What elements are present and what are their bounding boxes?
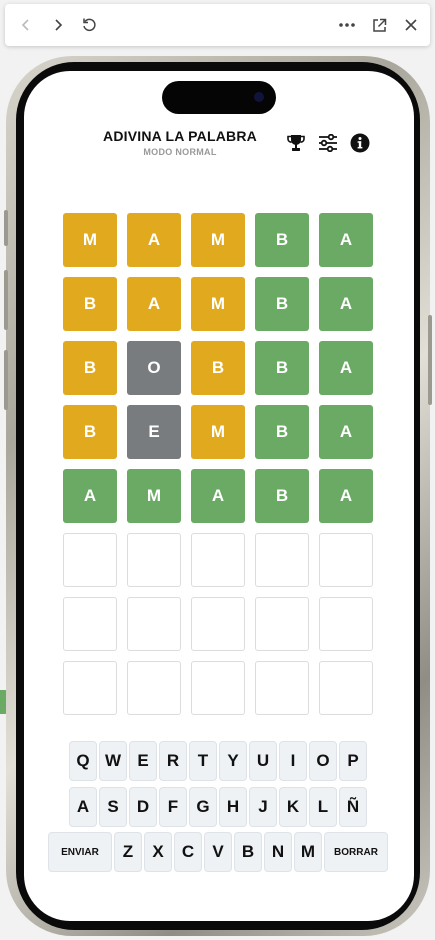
key-letter[interactable]: R bbox=[159, 741, 187, 781]
board-tile: M bbox=[191, 405, 245, 459]
enter-key[interactable]: ENVIAR bbox=[48, 832, 112, 872]
key-letter[interactable]: S bbox=[99, 787, 127, 827]
board-tile: A bbox=[127, 213, 181, 267]
key-letter[interactable]: P bbox=[339, 741, 367, 781]
key-letter[interactable]: T bbox=[189, 741, 217, 781]
board-tile: A bbox=[127, 277, 181, 331]
phone-side-button bbox=[4, 210, 8, 246]
key-letter[interactable]: V bbox=[204, 832, 232, 872]
key-letter[interactable]: J bbox=[249, 787, 277, 827]
camera-icon bbox=[254, 92, 264, 102]
board-tile-empty bbox=[63, 533, 117, 587]
board-tile: M bbox=[191, 277, 245, 331]
key-letter[interactable]: Z bbox=[114, 832, 142, 872]
key-letter[interactable]: F bbox=[159, 787, 187, 827]
board-tile: B bbox=[63, 277, 117, 331]
key-letter[interactable]: D bbox=[129, 787, 157, 827]
key-letter[interactable]: C bbox=[174, 832, 202, 872]
phone-volume-up bbox=[4, 270, 8, 330]
key-letter[interactable]: I bbox=[279, 741, 307, 781]
board-tile: B bbox=[255, 341, 309, 395]
info-icon[interactable] bbox=[349, 132, 371, 154]
board-tile: A bbox=[319, 405, 373, 459]
key-letter[interactable]: Y bbox=[219, 741, 247, 781]
page-title: ADIVINA LA PALABRA bbox=[103, 128, 257, 144]
key-letter[interactable]: G bbox=[189, 787, 217, 827]
board-tile: B bbox=[255, 277, 309, 331]
board-tile-empty bbox=[63, 661, 117, 715]
phone-power-button bbox=[428, 315, 432, 405]
board-tile-empty bbox=[319, 533, 373, 587]
board-tile: B bbox=[191, 341, 245, 395]
board-tile: O bbox=[127, 341, 181, 395]
board-tile: A bbox=[319, 469, 373, 523]
delete-key[interactable]: BORRAR bbox=[324, 832, 388, 872]
board-tile-empty bbox=[255, 597, 309, 651]
board-tile-empty bbox=[255, 661, 309, 715]
key-letter[interactable]: N bbox=[264, 832, 292, 872]
board-tile: B bbox=[255, 405, 309, 459]
key-letter[interactable]: K bbox=[279, 787, 307, 827]
forward-icon[interactable] bbox=[47, 14, 69, 36]
board-tile: A bbox=[63, 469, 117, 523]
back-icon[interactable] bbox=[15, 14, 37, 36]
phone-screen: ADIVINA LA PALABRA MODO NORMAL MAMBABAMB… bbox=[24, 71, 414, 921]
close-icon[interactable] bbox=[400, 14, 422, 36]
board-tile: E bbox=[127, 405, 181, 459]
board-tile: M bbox=[127, 469, 181, 523]
settings-sliders-icon[interactable] bbox=[317, 132, 339, 154]
key-letter[interactable]: O bbox=[309, 741, 337, 781]
key-letter[interactable]: U bbox=[249, 741, 277, 781]
board-tile-empty bbox=[191, 597, 245, 651]
board-tile: B bbox=[255, 469, 309, 523]
board-tile-empty bbox=[319, 597, 373, 651]
key-letter[interactable]: Q bbox=[69, 741, 97, 781]
key-letter[interactable]: X bbox=[144, 832, 172, 872]
phone-volume-down bbox=[4, 350, 8, 410]
key-letter[interactable]: B bbox=[234, 832, 262, 872]
board-tile-empty bbox=[319, 661, 373, 715]
trophy-icon[interactable] bbox=[285, 132, 307, 154]
reload-icon[interactable] bbox=[78, 14, 100, 36]
board-tile-empty bbox=[191, 661, 245, 715]
board-tile: A bbox=[319, 213, 373, 267]
board-tile-empty bbox=[127, 533, 181, 587]
board-tile: M bbox=[63, 213, 117, 267]
key-letter[interactable]: M bbox=[294, 832, 322, 872]
board-tile: B bbox=[63, 341, 117, 395]
key-letter[interactable]: W bbox=[99, 741, 127, 781]
key-letter[interactable]: E bbox=[129, 741, 157, 781]
board-tile: A bbox=[319, 277, 373, 331]
dynamic-island bbox=[162, 81, 276, 114]
board-tile-empty bbox=[255, 533, 309, 587]
mode-subtitle: MODO NORMAL bbox=[143, 147, 217, 157]
board-tile: A bbox=[191, 469, 245, 523]
board-tile: M bbox=[191, 213, 245, 267]
game-board: MAMBABAMBABOBBABEMBAAMABA bbox=[63, 213, 373, 715]
key-letter[interactable]: H bbox=[219, 787, 247, 827]
board-tile-empty bbox=[63, 597, 117, 651]
more-icon[interactable] bbox=[336, 14, 358, 36]
board-tile: B bbox=[63, 405, 117, 459]
open-external-icon[interactable] bbox=[368, 14, 390, 36]
board-tile-empty bbox=[191, 533, 245, 587]
board-tile: B bbox=[255, 213, 309, 267]
board-tile-empty bbox=[127, 597, 181, 651]
board-tile: A bbox=[319, 341, 373, 395]
browser-toolbar bbox=[5, 4, 430, 46]
key-letter[interactable]: Ñ bbox=[339, 787, 367, 827]
key-letter[interactable]: A bbox=[69, 787, 97, 827]
key-letter[interactable]: L bbox=[309, 787, 337, 827]
board-tile-empty bbox=[127, 661, 181, 715]
